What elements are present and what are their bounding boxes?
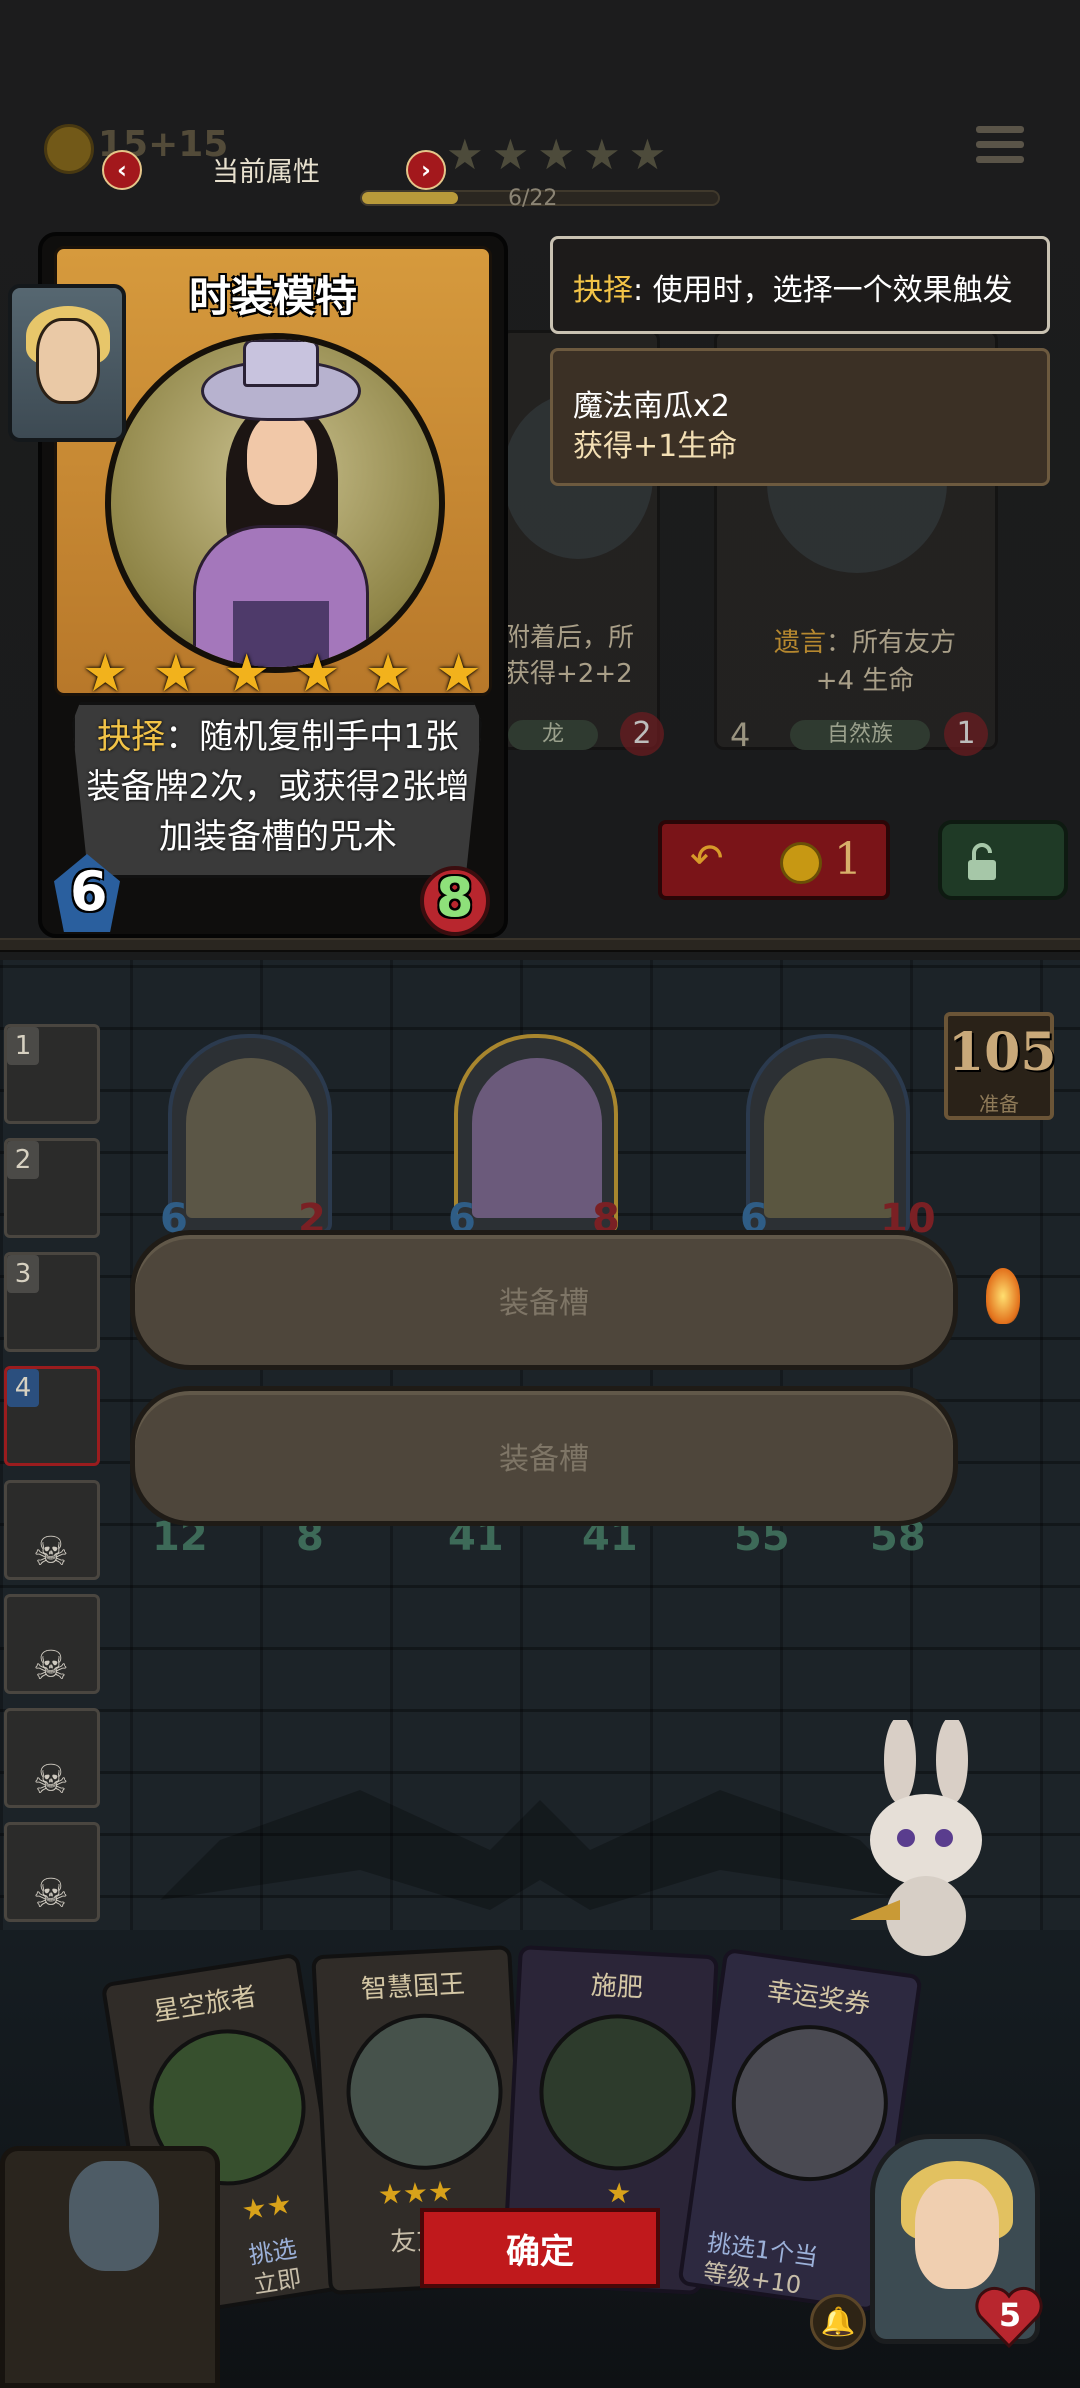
hand-card-portrait xyxy=(342,2009,507,2174)
hero-health: 5 xyxy=(998,2296,1022,2334)
gold-coin-icon xyxy=(780,842,822,884)
option-tooltip[interactable]: 魔法南瓜x2 获得+1生命 xyxy=(550,348,1050,486)
tier-star-icon: ★ xyxy=(491,130,530,179)
side-slot[interactable]: 4 xyxy=(4,1366,100,1466)
side-slot[interactable]: ☠ xyxy=(4,1708,100,1808)
star-icon: ★ xyxy=(364,644,412,704)
side-slot-number: 3 xyxy=(7,1255,39,1293)
next-tier-button[interactable]: › xyxy=(406,150,446,190)
chest-character-portrait xyxy=(69,2161,159,2271)
refresh-arrow-icon: ↶ xyxy=(690,836,724,882)
card-stars: ★ ★ ★ ★ ★ ★ xyxy=(82,644,482,704)
hero-face xyxy=(915,2179,999,2289)
board-minion-portrait xyxy=(472,1058,602,1218)
portrait-hat-crown xyxy=(243,339,319,387)
side-slot[interactable]: 3 xyxy=(4,1252,100,1352)
hand-card-stars: ★ xyxy=(605,2176,632,2210)
star-icon: ★★ xyxy=(239,2186,295,2228)
equipment-slot-option[interactable]: 装备槽 xyxy=(130,1386,958,1526)
card-portrait xyxy=(105,333,445,673)
side-slot-number: 1 xyxy=(7,1027,39,1065)
hand-card-title: 施肥 xyxy=(590,1970,644,2004)
star-icon: ★ xyxy=(82,644,129,704)
deck-counter-label: 准备 xyxy=(979,1092,1019,1116)
treasure-chest[interactable] xyxy=(0,2146,220,2388)
shop-card-cost: 4 xyxy=(730,716,751,754)
shop-card-text: 遗言：所有友方 +4 生命 xyxy=(773,628,957,696)
experience-bar-fill xyxy=(362,192,459,204)
shop-card-power: 2 xyxy=(620,712,664,756)
card-cost: 6 xyxy=(70,860,108,923)
star-icon: ★ xyxy=(605,2175,633,2211)
skull-icon: ☠ xyxy=(33,1643,69,1689)
refresh-cost: 1 xyxy=(834,834,862,885)
hand-card-portrait xyxy=(535,2010,700,2175)
skull-icon: ☠ xyxy=(33,1757,69,1803)
lock-shop-button[interactable] xyxy=(938,820,1068,900)
prev-tier-button[interactable]: ‹ xyxy=(102,150,142,190)
card-owner-avatar xyxy=(8,284,126,442)
star-icon: ★ xyxy=(223,644,270,704)
experience-text: 6/22 xyxy=(508,186,558,211)
keyword-tooltip-text: 抉择: 使用时，选择一个效果触发 xyxy=(573,273,1013,308)
panel-divider xyxy=(0,938,1080,952)
option-title: 魔法南瓜x2 xyxy=(573,389,730,424)
side-slot-number: 4 xyxy=(7,1369,39,1407)
bat-emblem-icon xyxy=(160,1790,920,1910)
tier-label: 当前属性 xyxy=(212,157,320,188)
portrait-face xyxy=(247,413,317,505)
star-icon: ★ xyxy=(435,644,482,704)
hand-card-text: 立即 xyxy=(251,2264,304,2300)
torch-flame-icon xyxy=(986,1268,1020,1324)
skull-icon: ☠ xyxy=(33,1871,69,1917)
side-slot[interactable]: ☠ xyxy=(4,1594,100,1694)
deck-counter-value: 105 xyxy=(948,1022,1057,1083)
hand-card-title: 幸运奖券 xyxy=(764,1976,873,2021)
tier-star-icon: ★ xyxy=(628,130,667,179)
board-minion-portrait xyxy=(186,1058,316,1218)
rabbit-mascot-icon xyxy=(850,1720,982,1956)
tier-star-icon: ★ xyxy=(537,130,575,179)
hand-card-portrait xyxy=(721,2015,898,2192)
deck-counter: 105 准备 xyxy=(944,1012,1057,1120)
hand-card-title: 智慧国王 xyxy=(360,1969,466,2005)
keyword-tooltip: 抉择: 使用时，选择一个效果触发 xyxy=(550,236,1050,334)
side-slot[interactable]: 2 xyxy=(4,1138,100,1238)
menu-icon[interactable] xyxy=(976,126,1024,174)
board-minion-portrait xyxy=(764,1058,894,1218)
skull-icon: ☠ xyxy=(33,1529,69,1575)
star-icon: ★★★ xyxy=(376,2174,454,2212)
card-power: 8 xyxy=(436,866,474,929)
side-slot[interactable]: 1 xyxy=(4,1024,100,1124)
shop-card-tribe-tag: 自然族 xyxy=(790,720,930,750)
gold-coin-icon xyxy=(44,124,94,174)
shop-card-power: 1 xyxy=(944,712,988,756)
side-slot[interactable]: ☠ xyxy=(4,1822,100,1922)
refresh-shop-button[interactable]: ↶ 1 xyxy=(658,820,890,900)
shop-card-tribe-tag: 龙 xyxy=(508,720,598,750)
hand-card-stars: ★★ xyxy=(239,2187,294,2227)
shop-card-text: 附着后，所 获得+2+2 xyxy=(504,623,635,689)
confirm-button[interactable]: 确定 xyxy=(420,2208,660,2288)
side-slot[interactable]: ☠ xyxy=(4,1480,100,1580)
tier-star-icon: ★ xyxy=(582,130,621,179)
option-description: 获得+1生命 xyxy=(573,429,738,464)
tier-stars: ★ ★ ★ ★ ★ xyxy=(446,130,666,179)
star-icon: ★ xyxy=(152,644,200,704)
bell-icon[interactable]: 🔔 xyxy=(810,2294,866,2350)
hand-card-title: 星空旅者 xyxy=(151,1981,259,2028)
tier-star-icon: ★ xyxy=(446,130,484,179)
star-icon: ★ xyxy=(294,644,341,704)
equipment-slot-option[interactable]: 装备槽 xyxy=(130,1230,958,1370)
hand-card-stars: ★★★ xyxy=(377,2174,454,2211)
padlock-icon xyxy=(968,843,996,880)
card-description: 抉择：随机复制手中1张装备牌2次，或获得2张增加装备槽的咒术 xyxy=(86,717,470,857)
side-slot-number: 2 xyxy=(7,1141,39,1179)
avatar-face xyxy=(36,318,100,404)
